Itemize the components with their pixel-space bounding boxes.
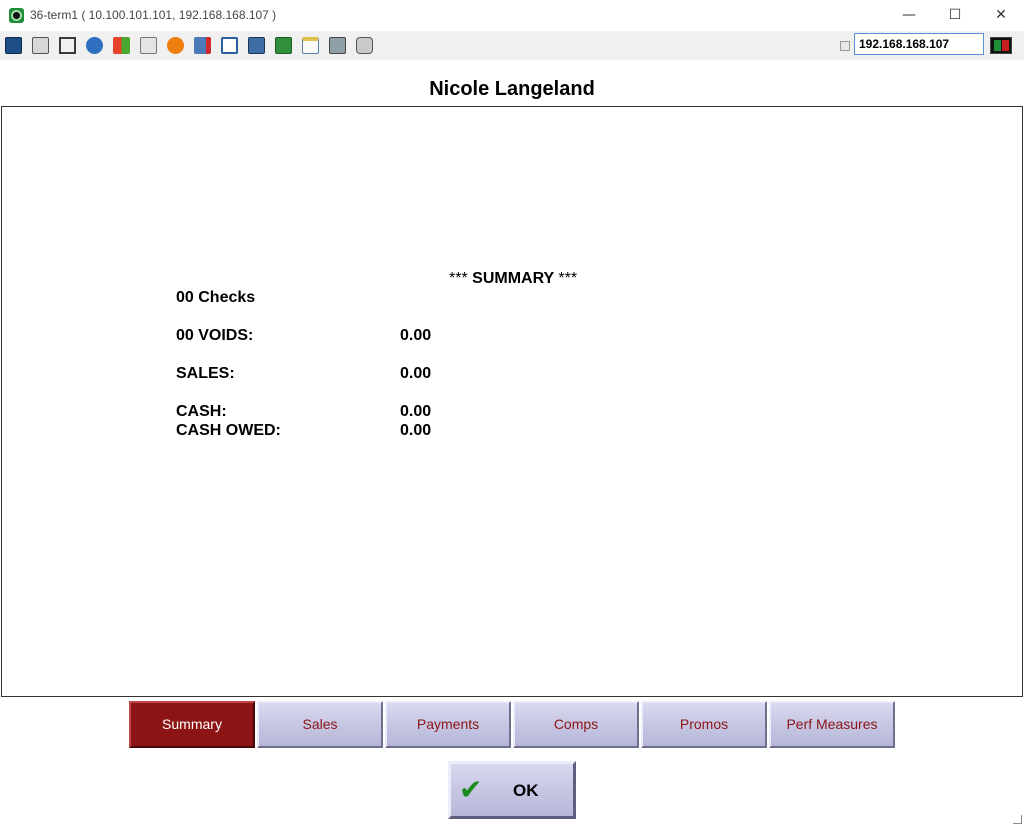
window-title: 36-term1 ( 10.100.101.101, 192.168.168.1… [30,8,277,22]
tools-icon[interactable] [59,37,76,54]
tab-promos[interactable]: Promos [641,701,767,748]
tab-comps[interactable]: Comps [513,701,639,748]
ok-button-label: OK [513,781,539,800]
disconnect-icon[interactable] [194,37,211,54]
title-bar: 36-term1 ( 10.100.101.101, 192.168.168.1… [0,0,1024,32]
status-red [1002,40,1009,51]
maximize-button[interactable]: ☐ [932,0,978,31]
notepad-icon[interactable] [302,37,319,54]
keyboard-icon[interactable] [140,37,157,54]
windows-logo-icon[interactable] [113,37,130,54]
cash-value: 0.00 [400,403,432,420]
chat-icon[interactable] [356,37,373,54]
employee-name: Nicole Langeland [429,78,595,100]
monitor-icon[interactable] [5,37,22,54]
report-title-stars-right: *** [558,270,578,287]
report-title: *** SUMMARY *** [449,270,577,288]
download-icon[interactable] [275,37,292,54]
cash-owed-label: CASH OWED: [176,422,281,439]
connection-status-icon [990,37,1012,54]
report-title-text: SUMMARY [472,270,554,287]
tab-payments[interactable]: Payments [385,701,511,748]
tab-perf-measures[interactable]: Perf Measures [769,701,895,748]
sales-label: SALES: [176,365,235,382]
refresh-icon[interactable] [86,37,103,54]
resize-grip-icon[interactable] [1013,815,1022,824]
tab-sales[interactable]: Sales [257,701,383,748]
close-button[interactable]: ✕ [978,0,1024,31]
ip-address-field[interactable]: 192.168.168.107 [854,33,984,55]
report-title-stars-left: *** [449,270,468,287]
status-green [994,40,1001,51]
report-tabs: Summary Sales Payments Comps Promos Perf… [129,701,899,748]
fullscreen-icon[interactable] [221,37,238,54]
windows-icon[interactable] [32,37,49,54]
screen-icon[interactable] [329,37,346,54]
tab-summary[interactable]: Summary [129,701,255,748]
ip-checkbox[interactable] [840,41,850,51]
sales-value: 0.00 [400,365,432,382]
minimize-button[interactable]: — [886,0,932,31]
report-panel: *** SUMMARY *** 00 Checks 00 VOIDS: 0.00… [1,106,1023,697]
ok-button[interactable]: ✔ OK [448,761,576,819]
alert-icon[interactable] [167,37,184,54]
checks-count: 00 Checks [176,289,256,306]
voids-label: 00 VOIDS: [176,327,254,344]
display-icon[interactable] [248,37,265,54]
voids-value: 0.00 [400,327,432,344]
cash-label: CASH: [176,403,227,420]
cash-owed-value: 0.00 [400,422,432,439]
app-icon [9,8,24,23]
checkmark-icon: ✔ [459,773,483,806]
